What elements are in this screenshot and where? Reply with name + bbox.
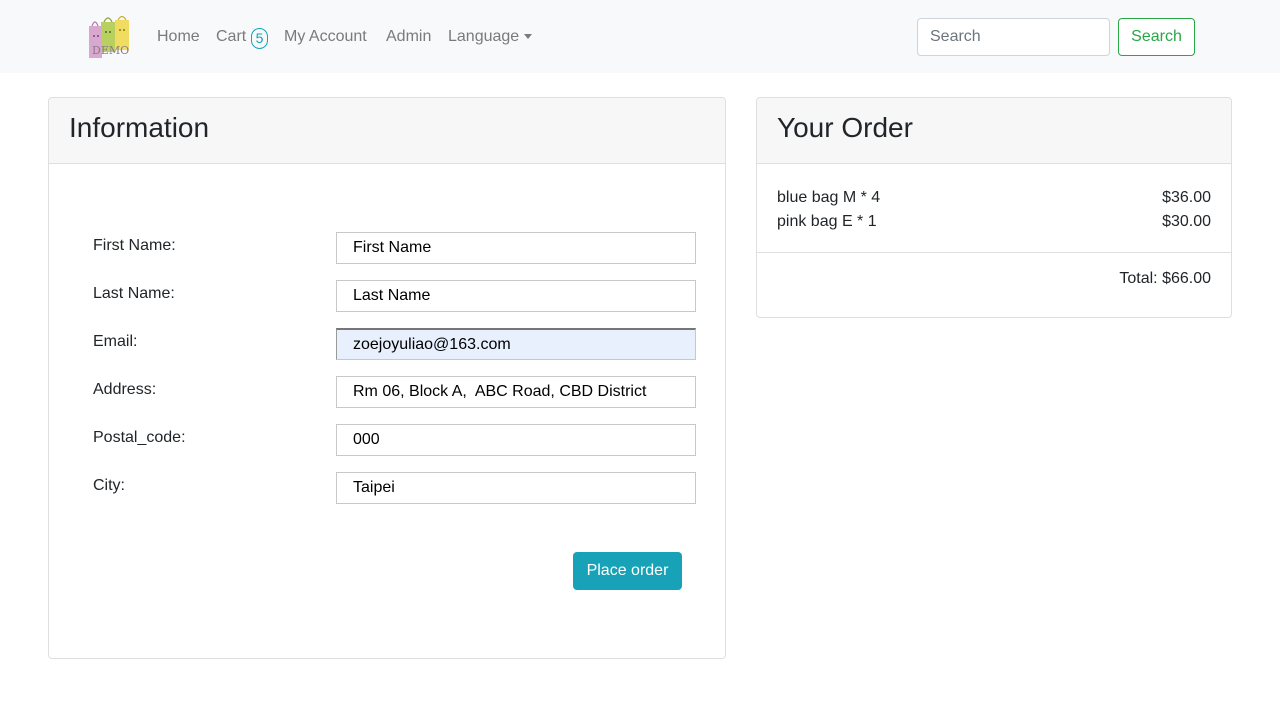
- email-field[interactable]: [336, 328, 696, 360]
- address-field[interactable]: [336, 376, 696, 408]
- logo-text: DEMO: [92, 44, 129, 57]
- order-total: Total: $66.00: [1119, 270, 1211, 287]
- shopping-bags-logo[interactable]: DEMO: [88, 14, 132, 60]
- information-title: Information: [69, 112, 210, 143]
- first-name-field[interactable]: [336, 232, 696, 264]
- nav-my-account[interactable]: My Account: [284, 27, 367, 46]
- order-item-name: blue bag M * 4: [777, 189, 881, 206]
- city-field[interactable]: [336, 472, 696, 504]
- navbar: DEMO Home Cart 5 My Account Admin Langua…: [0, 0, 1280, 73]
- order-item-price: $36.00: [1162, 189, 1211, 206]
- order-item-name: pink bag E * 1: [777, 213, 877, 230]
- order-item-price: $30.00: [1162, 213, 1211, 230]
- cart-count-badge[interactable]: 5: [251, 28, 268, 49]
- chevron-down-icon: [524, 34, 532, 39]
- order-title: Your Order: [777, 112, 913, 143]
- postal-code-label: Postal_code:: [93, 429, 186, 446]
- place-order-button[interactable]: Place order: [573, 552, 682, 590]
- nav-language-dropdown[interactable]: Language: [448, 27, 519, 46]
- order-divider: [757, 252, 1231, 253]
- postal-code-field[interactable]: [336, 424, 696, 456]
- order-card: Your Order blue bag M * 4 $36.00 pink ba…: [756, 97, 1232, 318]
- address-label: Address:: [93, 381, 157, 398]
- last-name-label: Last Name:: [93, 285, 175, 302]
- first-name-label: First Name:: [93, 237, 176, 254]
- city-label: City:: [93, 477, 125, 494]
- information-card-header: Information: [49, 98, 725, 164]
- nav-cart[interactable]: Cart: [216, 27, 246, 46]
- email-label: Email:: [93, 333, 138, 350]
- nav-admin[interactable]: Admin: [386, 27, 431, 46]
- last-name-field[interactable]: [336, 280, 696, 312]
- search-input[interactable]: [917, 18, 1110, 56]
- search-button[interactable]: Search: [1118, 18, 1195, 56]
- nav-home[interactable]: Home: [157, 27, 200, 46]
- information-card: Information First Name: Last Name: Email…: [48, 97, 726, 659]
- order-card-header: Your Order: [757, 98, 1231, 164]
